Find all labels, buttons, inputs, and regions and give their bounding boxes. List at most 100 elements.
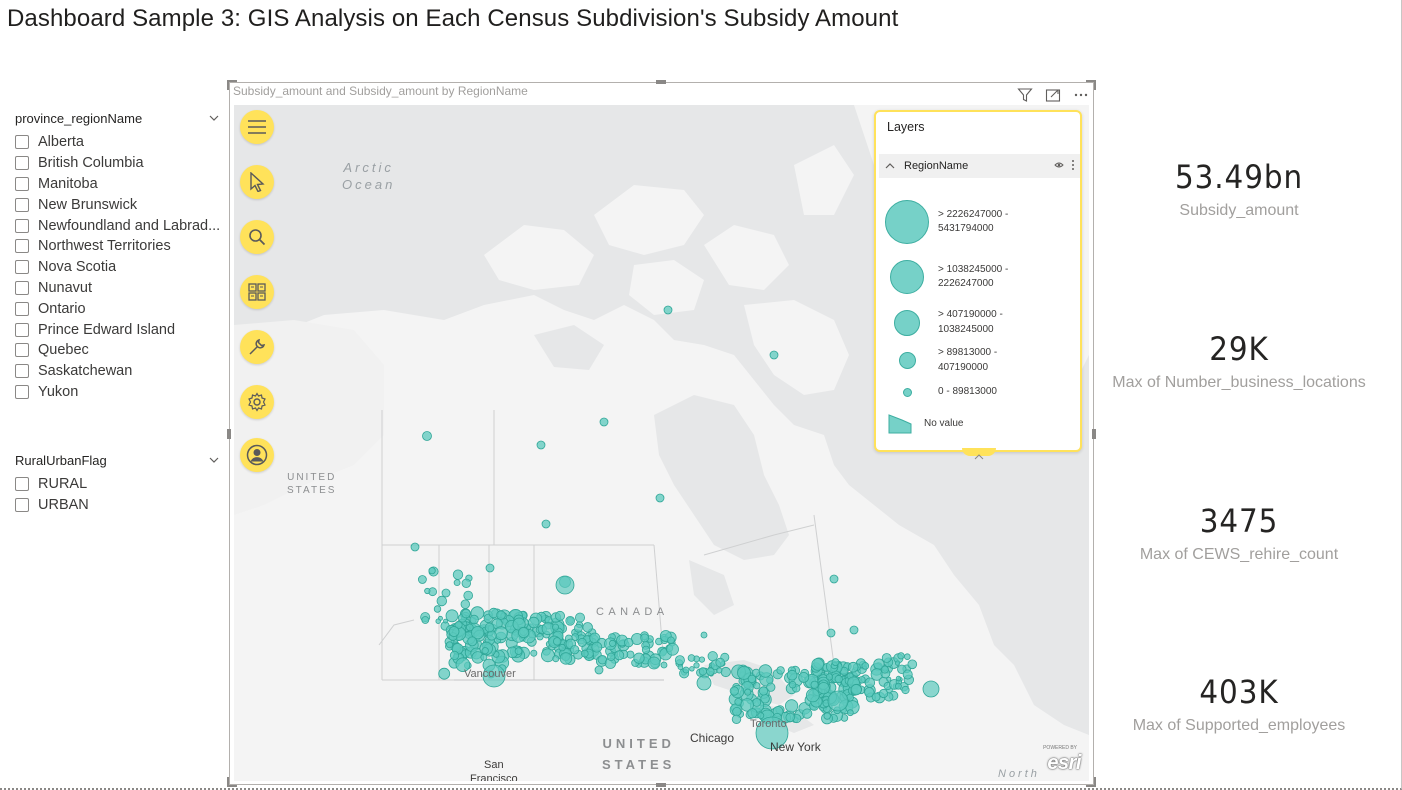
map-bubble[interactable] — [903, 653, 911, 660]
checkbox[interactable] — [15, 156, 29, 171]
map-bubble[interactable] — [784, 699, 799, 713]
chevron-up-icon[interactable] — [883, 161, 897, 171]
map-bubble[interactable] — [570, 645, 580, 655]
map-bubble[interactable] — [776, 666, 785, 675]
map-bubble[interactable] — [666, 642, 679, 656]
map-bubble[interactable] — [871, 692, 881, 702]
map-bubble[interactable] — [573, 623, 583, 633]
map-bubble[interactable] — [540, 648, 555, 663]
map-bubble[interactable] — [410, 542, 420, 552]
province-slicer-item[interactable]: Manitoba — [15, 174, 220, 195]
map-bubble[interactable] — [785, 712, 795, 723]
kpi-card-supported-employees[interactable]: 403K Max of Supported_employees — [1098, 673, 1380, 735]
province-slicer-item[interactable]: Quebec — [15, 340, 220, 361]
map-bubble[interactable] — [902, 669, 913, 680]
map-bubble[interactable] — [826, 628, 836, 638]
map-bubble[interactable] — [565, 615, 576, 626]
map-bubble[interactable] — [817, 682, 830, 695]
map-bubble[interactable] — [553, 637, 562, 646]
map-bubble[interactable] — [861, 662, 870, 670]
map-bubble[interactable] — [731, 714, 742, 725]
map-bubble[interactable] — [514, 647, 523, 655]
checkbox[interactable] — [15, 343, 29, 358]
analysis-tools-icon[interactable] — [240, 330, 274, 364]
checkbox[interactable] — [15, 260, 29, 275]
map-bubble[interactable] — [698, 656, 705, 663]
account-icon[interactable] — [240, 438, 274, 472]
map-bubble[interactable] — [577, 637, 587, 647]
map-bubble[interactable] — [849, 625, 859, 635]
province-slicer-item[interactable]: Newfoundland and Labrad... — [15, 215, 220, 236]
checkbox[interactable] — [15, 477, 29, 492]
map-bubble[interactable] — [536, 633, 544, 641]
map-bubble[interactable] — [422, 431, 432, 441]
focus-mode-icon[interactable] — [1044, 86, 1062, 104]
map-bubble[interactable] — [744, 688, 752, 696]
province-slicer-item[interactable]: Ontario — [15, 298, 220, 319]
map-bubble[interactable] — [428, 567, 436, 575]
map-bubble[interactable] — [608, 639, 616, 647]
map-bubble[interactable] — [864, 677, 876, 688]
map-bubble[interactable] — [752, 698, 762, 707]
map-bubble[interactable] — [693, 662, 700, 669]
map-bubble[interactable] — [732, 706, 742, 717]
map-bubble[interactable] — [707, 651, 718, 662]
map-bubble[interactable] — [467, 636, 478, 647]
map-bubble[interactable] — [599, 417, 609, 427]
map-bubble[interactable] — [554, 610, 565, 621]
basemap-gallery-icon[interactable] — [240, 275, 274, 309]
map-bubble[interactable] — [696, 675, 712, 691]
arcgis-map[interactable]: Arctic Ocean UNITED STATES C A N A D A U… — [234, 105, 1089, 781]
map-bubble[interactable] — [834, 674, 843, 684]
chevron-down-icon[interactable] — [208, 112, 220, 124]
map-bubble[interactable] — [641, 645, 651, 654]
map-bubble[interactable] — [660, 661, 668, 669]
map-bubble[interactable] — [463, 590, 474, 601]
map-bubble[interactable] — [747, 674, 757, 684]
more-options-icon[interactable] — [1072, 86, 1090, 104]
map-bubble[interactable] — [580, 649, 589, 658]
kpi-card-subsidy-amount[interactable]: 53.49bn Subsidy_amount — [1098, 158, 1380, 220]
map-bubble[interactable] — [788, 681, 797, 689]
resize-handle[interactable] — [1092, 429, 1096, 439]
checkbox[interactable] — [15, 239, 29, 254]
province-slicer-item[interactable]: British Columbia — [15, 153, 220, 174]
map-bubble[interactable] — [655, 493, 665, 503]
map-bubble[interactable] — [453, 579, 461, 587]
checkbox[interactable] — [15, 218, 29, 233]
map-bubble[interactable] — [805, 688, 820, 703]
map-bubble[interactable] — [894, 660, 901, 666]
map-bubble[interactable] — [667, 636, 675, 645]
province-slicer-item[interactable]: New Brunswick — [15, 194, 220, 215]
resize-handle[interactable] — [227, 429, 231, 439]
map-bubble[interactable] — [486, 630, 497, 641]
map-bubble[interactable] — [895, 682, 902, 690]
checkbox[interactable] — [15, 364, 29, 379]
layer-options-icon[interactable] — [1066, 159, 1080, 174]
map-bubble[interactable] — [829, 574, 839, 584]
map-bubble[interactable] — [880, 665, 889, 674]
province-slicer-item[interactable]: Saskatchewan — [15, 361, 220, 382]
map-bubble[interactable] — [449, 650, 460, 661]
search-icon[interactable] — [240, 220, 274, 254]
map-bubble[interactable] — [633, 652, 645, 664]
map-bubble[interactable] — [436, 595, 448, 607]
checkbox[interactable] — [15, 301, 29, 316]
map-bubble[interactable] — [802, 708, 813, 719]
select-pointer-icon[interactable] — [240, 165, 274, 199]
map-bubble[interactable] — [443, 618, 448, 624]
map-bubble[interactable] — [594, 665, 604, 675]
map-bubble[interactable] — [481, 647, 489, 655]
map-bubble[interactable] — [897, 652, 905, 660]
map-bubble[interactable] — [541, 622, 555, 636]
province-slicer-item[interactable]: Yukon — [15, 382, 220, 403]
map-bubble[interactable] — [760, 694, 770, 704]
checkbox[interactable] — [15, 280, 29, 295]
map-bubble[interactable] — [551, 623, 559, 631]
map-bubble[interactable] — [786, 669, 798, 681]
map-bubble[interactable] — [441, 588, 451, 598]
esri-logo[interactable]: esri — [1047, 752, 1081, 775]
map-bubble[interactable] — [484, 622, 495, 633]
checkbox[interactable] — [15, 135, 29, 150]
map-bubble[interactable] — [445, 609, 459, 623]
